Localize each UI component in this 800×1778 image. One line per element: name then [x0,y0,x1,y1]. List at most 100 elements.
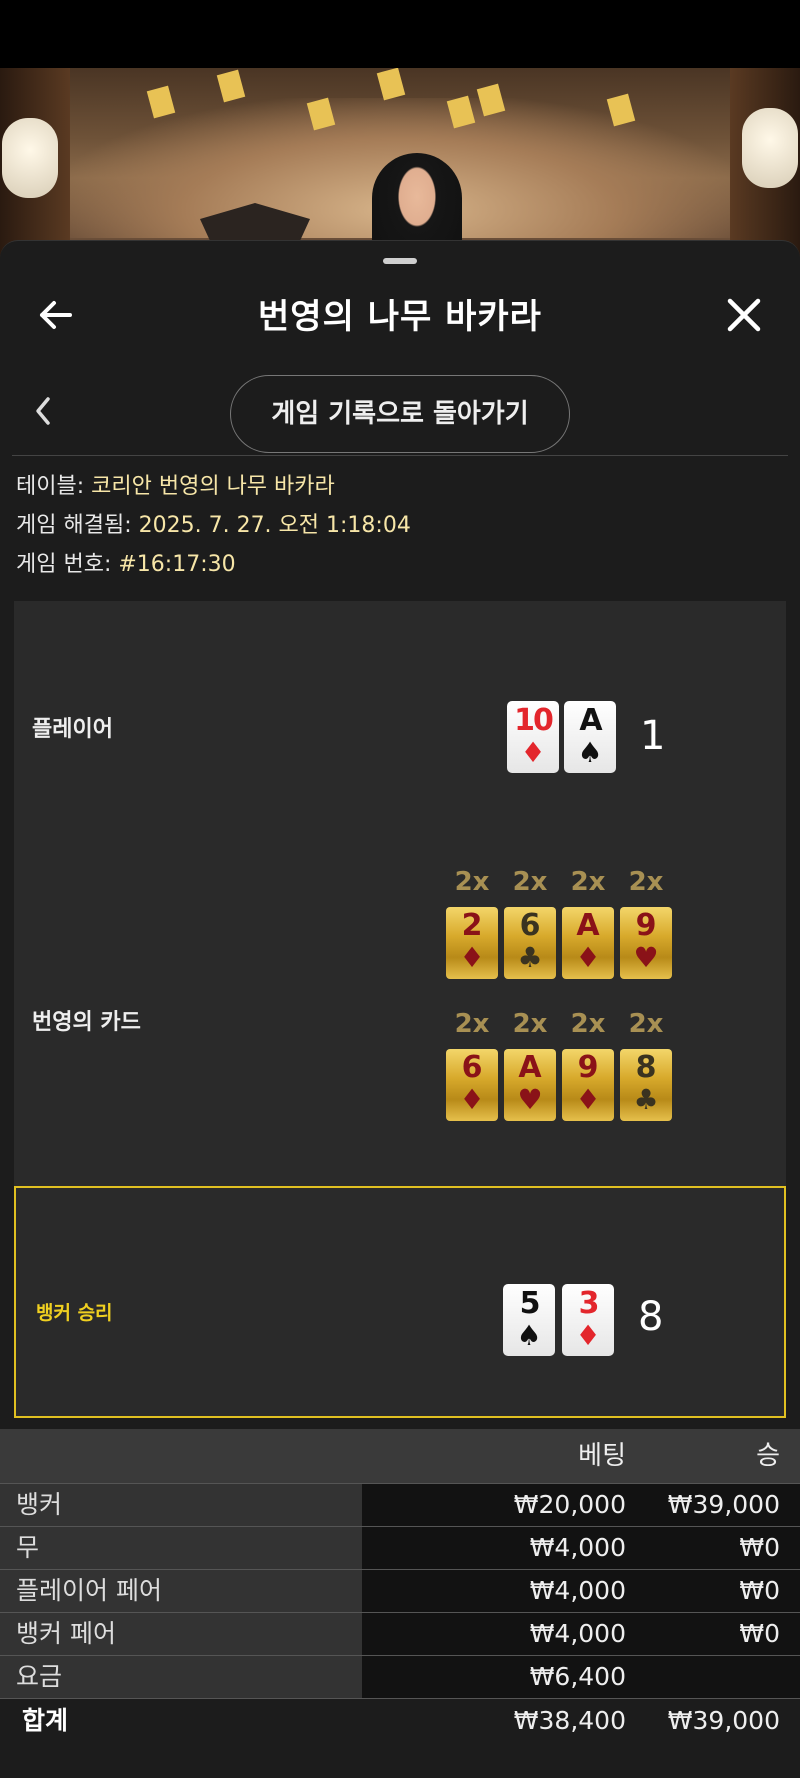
card-suit: ♦ [520,736,546,769]
multiplier-label: 2x [454,867,490,897]
card-suit: ♦ [459,1083,485,1116]
banker-win-label: 뱅커 승리 [36,1302,113,1324]
card-suit: ♥ [633,941,659,974]
resolved-label: 게임 해결됨: [16,513,139,538]
multiplier-label: 2x [628,867,664,897]
multiplier-label: 2x [454,1009,490,1039]
multiplier-label: 2x [512,1009,548,1039]
card-suit: ♦ [459,941,485,974]
card-suit: ♠ [516,1319,542,1352]
arrow-left-icon[interactable] [36,295,76,335]
live-video-feed [0,68,800,268]
card-rank: 9 [577,1050,599,1085]
col-win-header: 승 [756,1441,780,1471]
card-rank: 6 [519,908,541,943]
bet-name: 요금 [0,1656,362,1698]
player-card-1: 10 ♦ [507,701,559,773]
prosperity-card: A ♦ [562,907,614,979]
table-label: 테이블: [16,474,92,499]
total-row: 합계 ₩38,400 ₩39,000 [0,1698,800,1742]
multiplier-label: 2x [512,867,548,897]
win-amount: ₩0 [739,1619,780,1648]
close-icon[interactable] [726,297,762,333]
card-rank: 10 [514,703,554,738]
divider [12,455,788,456]
cards-area: 플레이어 10 ♦ A ♠ 1 번영의 카드 2x 2x 2x 2x 2 ♦ 6… [14,601,786,1186]
bet-name: 플레이어 페어 [0,1570,362,1612]
total-label: 합계 [22,1706,69,1735]
card-suit: ♦ [575,941,601,974]
player-card-2: A ♠ [564,701,616,773]
resolved-info-row: 게임 해결됨: 2025. 7. 27. 오전 1:18:04 [16,506,786,545]
prosperity-card: 6 ♣ [504,907,556,979]
win-amount: ₩0 [739,1533,780,1562]
drag-handle[interactable] [383,258,417,264]
game-number-row: 게임 번호: #16:17:30 [16,545,786,584]
card-rank: 3 [578,1286,600,1321]
subnav: 게임 기록으로 돌아가기 [0,367,800,457]
prosperity-card: 9 ♥ [620,907,672,979]
prosperity-label: 번영의 카드 [32,1010,141,1035]
chevron-left-icon[interactable] [30,393,54,429]
multiplier-label: 2x [570,1009,606,1039]
prosperity-card: 2 ♦ [446,907,498,979]
multiplier-label: 2x [570,867,606,897]
prosperity-card: A ♥ [504,1049,556,1121]
table-row: 뱅커 페어 ₩4,000 ₩0 [0,1612,800,1655]
resolved-value: 2025. 7. 27. 오전 1:18:04 [138,513,411,538]
card-rank: 2 [461,908,483,943]
return-to-history-button[interactable]: 게임 기록으로 돌아가기 [230,375,570,453]
game-history-panel: 번영의 나무 바카라 게임 기록으로 돌아가기 테이블: 코리안 번영의 나무 … [0,240,800,1778]
card-rank: A [579,703,602,738]
page-title: 번영의 나무 바카라 [258,297,542,337]
card-suit: ♠ [577,736,603,769]
col-bet-header: 베팅 [578,1441,626,1471]
banker-total: 8 [638,1294,664,1340]
win-amount: ₩0 [739,1576,780,1605]
card-suit: ♣ [633,1083,659,1116]
table-row: 뱅커 ₩20,000 ₩39,000 [0,1483,800,1526]
game-number-label: 게임 번호: [16,552,119,577]
bet-table-header: 베팅 승 [0,1429,800,1483]
bet-amount: ₩20,000 [513,1490,626,1519]
card-rank: A [518,1050,542,1085]
total-bet: ₩38,400 [513,1706,626,1735]
multiplier-label: 2x [628,1009,664,1039]
player-label: 플레이어 [32,717,113,742]
card-rank: 9 [635,908,657,943]
card-rank: 6 [461,1050,483,1085]
bet-amount: ₩4,000 [529,1576,626,1605]
table-row: 무 ₩4,000 ₩0 [0,1526,800,1569]
bet-amount: ₩4,000 [529,1619,626,1648]
card-suit: ♦ [575,1319,601,1352]
banker-card-1: 5 ♠ [503,1284,555,1356]
table-value: 코리안 번영의 나무 바카라 [91,474,335,499]
game-number-value: #16:17:30 [118,552,236,577]
bet-amount: ₩4,000 [529,1533,626,1562]
banker-win-box: 뱅커 승리 5 ♠ 3 ♦ 8 [14,1186,786,1418]
card-rank: 5 [519,1286,541,1321]
prosperity-card: 6 ♦ [446,1049,498,1121]
card-suit: ♦ [575,1083,601,1116]
panel-header: 번영의 나무 바카라 [0,277,800,367]
player-total: 1 [640,713,666,759]
status-bar [0,0,800,68]
total-win: ₩39,000 [667,1706,780,1735]
card-suit: ♥ [517,1083,543,1116]
win-amount: ₩39,000 [667,1490,780,1519]
prosperity-card: 9 ♦ [562,1049,614,1121]
table-info-row: 테이블: 코리안 번영의 나무 바카라 [16,467,786,506]
card-suit: ♣ [517,941,543,974]
bet-name: 뱅커 페어 [0,1613,362,1655]
lantern-left [2,118,58,198]
game-info: 테이블: 코리안 번영의 나무 바카라 게임 해결됨: 2025. 7. 27.… [16,467,786,584]
banker-card-2: 3 ♦ [562,1284,614,1356]
table-row: 플레이어 페어 ₩4,000 ₩0 [0,1569,800,1612]
bet-name: 뱅커 [0,1484,362,1526]
bet-name: 무 [0,1527,362,1569]
card-rank: 8 [635,1050,657,1085]
prosperity-card: 8 ♣ [620,1049,672,1121]
bet-table: 베팅 승 뱅커 ₩20,000 ₩39,000 무 ₩4,000 ₩0 플레이어… [0,1429,800,1742]
lantern-right [742,108,798,188]
table-row: 요금 ₩6,400 [0,1655,800,1698]
